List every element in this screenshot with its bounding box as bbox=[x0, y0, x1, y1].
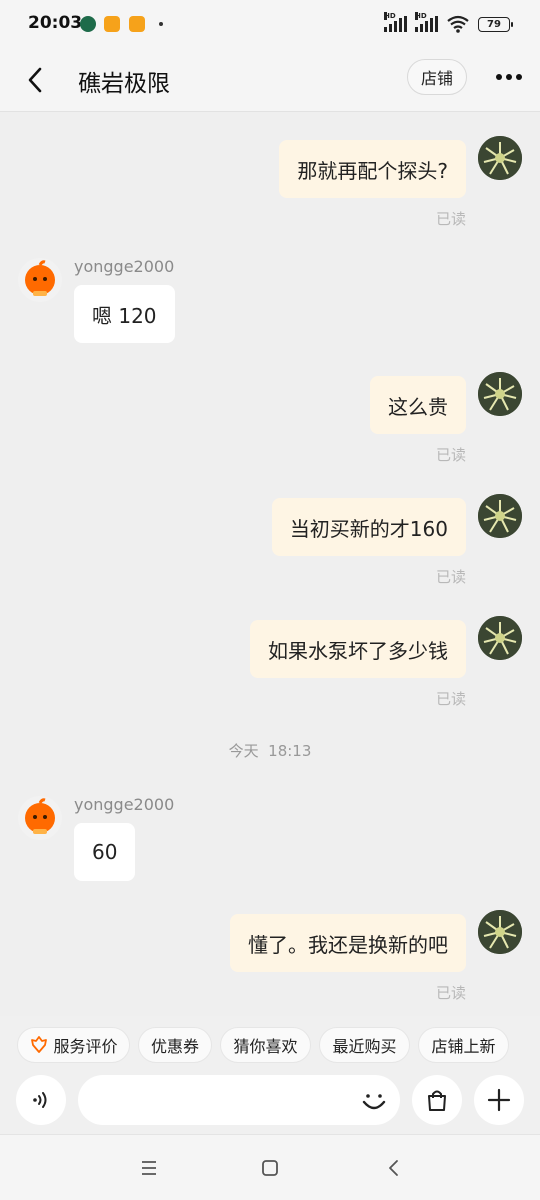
system-back-button[interactable] bbox=[379, 1153, 409, 1183]
avatar[interactable] bbox=[478, 494, 522, 538]
emoji-button[interactable] bbox=[356, 1083, 392, 1119]
tag-coupon[interactable]: 优惠券 bbox=[138, 1027, 212, 1063]
battery-icon: 79 bbox=[478, 16, 513, 32]
notification-dot-icon bbox=[159, 22, 163, 26]
app-notification-icon bbox=[129, 16, 145, 32]
tag-store-new[interactable]: 店铺上新 bbox=[418, 1027, 509, 1063]
time-divider: 今天 18:13 bbox=[228, 742, 312, 760]
back-button[interactable] bbox=[18, 62, 54, 98]
signal-icon: HD bbox=[415, 12, 438, 32]
signal-icon: HD bbox=[384, 12, 407, 32]
read-status: 已读 bbox=[435, 210, 466, 228]
input-bar bbox=[0, 1066, 540, 1134]
message-bubble-mine[interactable]: 这么贵 bbox=[370, 376, 466, 434]
shopping-bag-icon bbox=[428, 1090, 446, 1111]
smile-icon bbox=[362, 1094, 386, 1110]
status-time: 20:03 bbox=[28, 13, 83, 33]
wifi-icon bbox=[447, 15, 469, 33]
avatar[interactable] bbox=[478, 910, 522, 954]
chat-title: 礁岩极限 bbox=[78, 71, 170, 97]
message-bubble-theirs[interactable]: 嗯 120 bbox=[74, 285, 175, 343]
message-bubble-mine[interactable]: 那就再配个探头? bbox=[279, 140, 466, 198]
avatar[interactable] bbox=[18, 258, 62, 302]
shop-mascot-icon bbox=[18, 258, 62, 302]
read-status: 已读 bbox=[435, 690, 466, 708]
battery-level: 79 bbox=[487, 18, 501, 30]
status-bar: 20:03 HD HD 79 bbox=[0, 0, 540, 48]
message-bubble-mine[interactable]: 懂了。我还是换新的吧 bbox=[230, 914, 466, 972]
user-avatar-icon bbox=[478, 616, 522, 660]
menu-icon bbox=[142, 1161, 156, 1175]
tag-recent-purchase[interactable]: 最近购买 bbox=[319, 1027, 410, 1063]
app-notification-icon bbox=[104, 16, 120, 32]
add-button[interactable] bbox=[474, 1075, 524, 1125]
hd-label: HD bbox=[384, 12, 396, 20]
chevron-left-icon bbox=[389, 1160, 398, 1176]
user-avatar-icon bbox=[478, 136, 522, 180]
sender-name: yongge2000 bbox=[74, 795, 175, 814]
menu-button[interactable] bbox=[134, 1153, 164, 1183]
more-button[interactable] bbox=[490, 64, 528, 90]
user-avatar-icon bbox=[478, 494, 522, 538]
order-button[interactable] bbox=[412, 1075, 462, 1125]
chat-header: 礁岩极限 店铺 bbox=[0, 48, 540, 112]
message-bubble-mine[interactable]: 如果水泵坏了多少钱 bbox=[250, 620, 466, 678]
user-avatar-icon bbox=[478, 910, 522, 954]
avatar[interactable] bbox=[478, 372, 522, 416]
store-button[interactable]: 店铺 bbox=[407, 59, 467, 95]
shield-flower-icon bbox=[31, 1036, 48, 1053]
app-notification-icon bbox=[80, 16, 96, 32]
plus-icon bbox=[487, 1088, 511, 1112]
message-input[interactable] bbox=[78, 1075, 400, 1125]
tag-guess-you-like[interactable]: 猜你喜欢 bbox=[220, 1027, 311, 1063]
avatar[interactable] bbox=[478, 616, 522, 660]
read-status: 已读 bbox=[435, 568, 466, 586]
user-avatar-icon bbox=[478, 372, 522, 416]
message-bubble-theirs[interactable]: 60 bbox=[74, 823, 136, 881]
avatar[interactable] bbox=[478, 136, 522, 180]
read-status: 已读 bbox=[435, 446, 466, 464]
chevron-left-icon bbox=[28, 67, 42, 93]
more-dots-icon bbox=[496, 74, 502, 80]
home-square-icon bbox=[262, 1160, 278, 1176]
shop-mascot-icon bbox=[18, 796, 62, 840]
tag-label: 服务评价 bbox=[53, 1037, 118, 1056]
avatar[interactable] bbox=[18, 796, 62, 840]
system-nav-bar bbox=[0, 1134, 540, 1200]
hd-label: HD bbox=[415, 12, 427, 20]
sender-name: yongge2000 bbox=[74, 257, 175, 276]
message-bubble-mine[interactable]: 当初买新的才160 bbox=[271, 498, 466, 556]
read-status: 已读 bbox=[435, 984, 466, 1002]
tag-service-review[interactable]: 服务评价 bbox=[17, 1027, 130, 1063]
voice-icon bbox=[33, 1092, 47, 1108]
voice-button[interactable] bbox=[16, 1075, 66, 1125]
home-button[interactable] bbox=[255, 1153, 285, 1183]
